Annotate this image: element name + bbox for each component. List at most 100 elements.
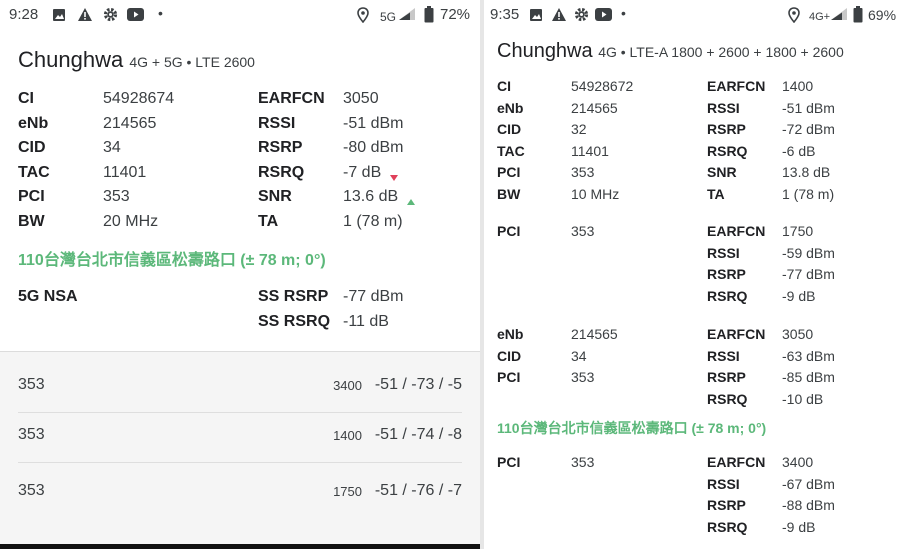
operator-name: Chunghwa [18, 47, 124, 72]
field-value: -51 dBm [782, 99, 835, 116]
field-label: eNb [497, 99, 524, 116]
neighbor-pci: 353 [18, 376, 45, 393]
field-label: BW [18, 212, 45, 230]
field-value: -9 dB [782, 287, 816, 304]
right-screenshot: 9:35 • 4G+ 69% Chunghwa 4G • LTE-A 1800 … [484, 0, 902, 549]
operator-header: Chunghwa 4G + 5G • LTE 2600 [18, 47, 255, 73]
field-value: 1400 [782, 78, 814, 94]
field-label: RSRP [707, 121, 746, 138]
notification-dot: • [621, 5, 626, 21]
network-type: 5G [380, 10, 397, 24]
field-label: EARFCN [707, 326, 766, 342]
field-label: eNb [497, 326, 524, 342]
field-value: 1750 [782, 223, 814, 239]
network-tech: 4G • LTE-A 1800 + 2600 + 1800 + 2600 [598, 44, 844, 60]
ss-rsrq-value: -11 dB [343, 313, 389, 330]
alert-icon [77, 7, 93, 22]
field-value: 34 [571, 347, 587, 364]
field-value: -63 dBm [782, 347, 835, 364]
field-value: -6 dB [782, 142, 816, 159]
operator-name: Chunghwa [497, 40, 593, 62]
neighbor-signal: -51 / -74 / -8 [374, 426, 462, 443]
ss-rsrp-value: -77 dBm [343, 288, 404, 305]
field-label: RSRP [258, 139, 303, 156]
field-label: RSRQ [707, 390, 748, 407]
field-label: RSSI [707, 475, 740, 492]
field-label: PCI [497, 454, 521, 470]
field-label: TAC [497, 142, 525, 159]
field-label: TA [707, 186, 725, 202]
youtube-icon [127, 8, 144, 21]
field-label: CID [497, 347, 522, 364]
field-label: EARFCN [707, 454, 766, 470]
network-type: 4G+ [809, 11, 831, 23]
field-label: PCI [497, 223, 521, 239]
field-value: -77 dBm [782, 266, 835, 283]
field-value: -88 dBm [782, 497, 835, 514]
ss-rsrq-label: SS RSRQ [258, 313, 331, 330]
navigation-bar [0, 544, 480, 549]
field-label: EARFCN [707, 223, 766, 239]
field-label: SNR [707, 164, 737, 181]
field-label: EARFCN [258, 90, 325, 107]
field-label: TA [258, 212, 279, 230]
field-label: RSRP [707, 266, 746, 283]
field-label: eNb [18, 114, 49, 132]
field-value: 214565 [571, 326, 618, 342]
field-value: 10 MHz [571, 186, 620, 202]
neighbor-signal: -51 / -73 / -5 [374, 376, 462, 393]
neighbor-row[interactable]: 353 1750 -51 / -76 / -7 [18, 468, 462, 518]
field-value: 11401 [571, 142, 609, 159]
field-label: BW [497, 186, 521, 202]
field-label: RSSI [258, 114, 296, 132]
location-address: 110台灣台北市信義區松壽路口 (± 78 m; 0°) [497, 420, 767, 436]
location-address: 110台灣台北市信義區松壽路口 (± 78 m; 0°) [18, 252, 326, 269]
field-label: TAC [18, 163, 50, 181]
battery-icon [853, 6, 863, 23]
status-time: 9:28 [9, 6, 39, 23]
field-value: 1 (78 m) [782, 186, 835, 202]
field-label: RSRQ [707, 287, 748, 304]
field-value: 353 [571, 223, 595, 239]
field-value: -10 dB [782, 390, 824, 407]
gear-icon [103, 7, 118, 22]
field-value: 353 [103, 188, 130, 205]
field-value: 34 [103, 139, 121, 156]
field-value: -7 dB [343, 163, 382, 181]
location-pin-icon [357, 7, 369, 23]
field-value: 54928672 [571, 78, 634, 94]
status-time: 9:35 [490, 6, 520, 23]
operator-header: Chunghwa 4G • LTE-A 1800 + 2600 + 1800 +… [497, 40, 844, 63]
field-value: -67 dBm [782, 475, 835, 492]
neighbor-row[interactable]: 353 1400 -51 / -74 / -8 [18, 412, 462, 462]
field-label: RSRP [707, 497, 746, 514]
field-value: 353 [571, 369, 595, 386]
battery-icon [424, 6, 434, 23]
neighbor-cell-list: 353 3400 -51 / -73 / -5 353 1400 -51 / -… [0, 351, 480, 549]
field-value: 353 [571, 164, 595, 181]
neighbor-row[interactable]: 353 3400 -51 / -73 / -5 [18, 362, 462, 412]
field-label: CI [18, 90, 34, 107]
snr-up-arrow-icon [407, 192, 415, 210]
field-label: RSSI [707, 99, 740, 116]
field-value: 3400 [782, 454, 814, 470]
neighbor-earfcn: 1400 [333, 428, 362, 443]
field-label: CI [497, 78, 511, 94]
image-icon [529, 8, 543, 22]
left-screenshot: 9:28 • 5G 72% Chunghwa 4G + 5G • LTE 260… [0, 0, 480, 549]
field-value: 11401 [103, 163, 147, 181]
gear-icon [574, 7, 589, 22]
neighbor-pci: 353 [18, 482, 45, 499]
field-label: PCI [497, 369, 521, 386]
field-label: RSRQ [707, 142, 748, 159]
field-label: RSRP [707, 369, 746, 386]
field-value: -59 dBm [782, 244, 835, 261]
youtube-icon [595, 8, 612, 21]
battery-level: 69% [868, 7, 897, 23]
field-label: PCI [18, 188, 45, 205]
field-label: PCI [497, 164, 521, 181]
field-value: 32 [571, 121, 587, 138]
nsa-label: 5G NSA [18, 288, 78, 305]
alert-icon [551, 7, 567, 22]
field-value: -80 dBm [343, 139, 404, 156]
